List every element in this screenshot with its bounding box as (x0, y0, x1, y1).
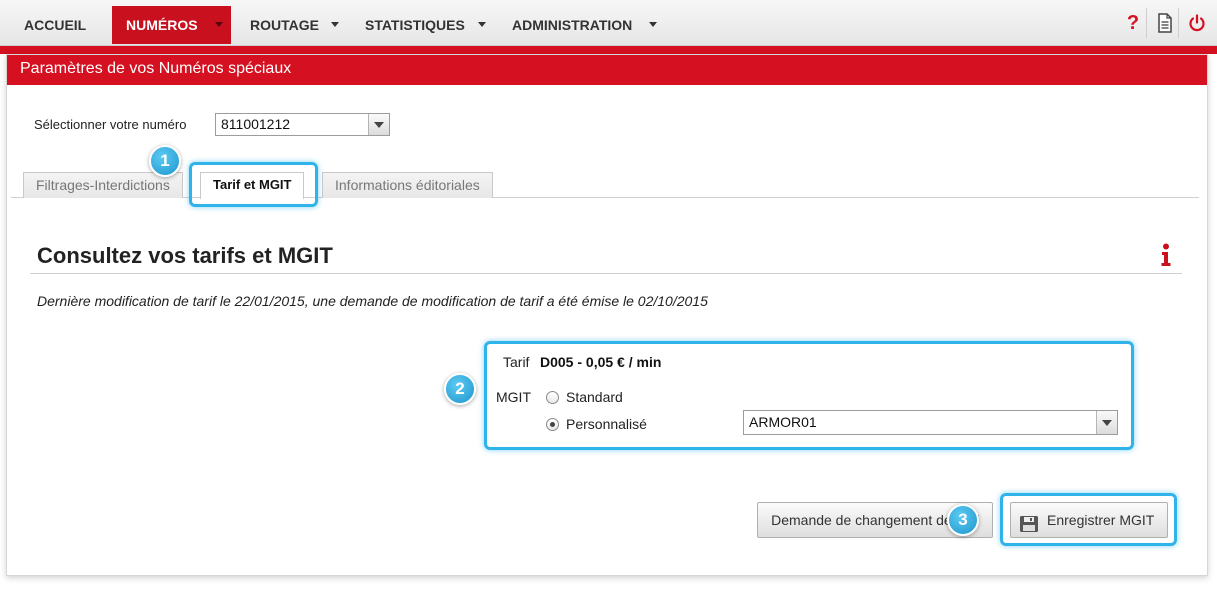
callout-number: 2 (455, 379, 465, 398)
nav-routage-label: ROUTAGE (250, 17, 319, 33)
number-select[interactable]: 811001212 (215, 113, 390, 136)
nav-accueil-label: ACCUEIL (24, 17, 87, 33)
highlight-tarif-frame (484, 341, 1134, 450)
nav-administration-label: ADMINISTRATION (512, 17, 633, 33)
callout-badge-1: 1 (149, 145, 181, 177)
section-title: Consultez vos tarifs et MGIT (37, 243, 333, 268)
tab-label: Informations éditoriales (335, 177, 480, 193)
nav-statistiques[interactable]: STATISTIQUES (351, 6, 499, 44)
highlight-save-frame (1000, 493, 1177, 546)
special-numbers-panel: Paramètres de vos Numéros spéciaux Sélec… (6, 54, 1208, 576)
chevron-down-icon (478, 22, 486, 27)
nav-separator (1146, 8, 1147, 38)
info-icon[interactable] (1159, 243, 1173, 267)
chevron-down-icon (649, 22, 657, 27)
power-icon[interactable] (1184, 10, 1210, 36)
nav-numeros-label: NUMÉROS (126, 17, 198, 33)
chevron-down-icon[interactable] (368, 114, 389, 135)
help-glyph: ? (1126, 12, 1140, 34)
nav-accueil[interactable]: ACCUEIL (10, 6, 100, 44)
section-divider (30, 273, 1182, 274)
nav-administration[interactable]: ADMINISTRATION (498, 6, 670, 44)
nav-statistiques-label: STATISTIQUES (365, 17, 465, 33)
panel-title: Paramètres de vos Numéros spéciaux (7, 55, 1207, 85)
tab-informations-editoriales[interactable]: Informations éditoriales (322, 172, 493, 198)
nav-routage[interactable]: ROUTAGE (236, 6, 356, 44)
top-navigation: ACCUEIL NUMÉROS ROUTAGE STATISTIQUES ADM… (0, 0, 1217, 46)
number-select-label: Sélectionner votre numéro (34, 117, 187, 132)
highlight-tab-frame (189, 162, 318, 207)
callout-badge-3: 3 (947, 504, 979, 536)
tarif-notice: Dernière modification de tarif le 22/01/… (37, 293, 708, 309)
nav-separator (1178, 8, 1179, 38)
callout-number: 3 (958, 510, 968, 529)
tab-label: Filtrages-Interdictions (36, 177, 170, 193)
document-icon[interactable] (1152, 10, 1178, 36)
nav-accent-bar (0, 46, 1217, 54)
chevron-down-icon (331, 22, 339, 27)
help-icon[interactable]: ? (1120, 10, 1146, 36)
chevron-down-icon (215, 22, 223, 27)
nav-numeros[interactable]: NUMÉROS (112, 6, 231, 44)
number-select-value: 811001212 (221, 116, 291, 132)
callout-badge-2: 2 (444, 373, 476, 405)
callout-number: 1 (160, 151, 170, 170)
